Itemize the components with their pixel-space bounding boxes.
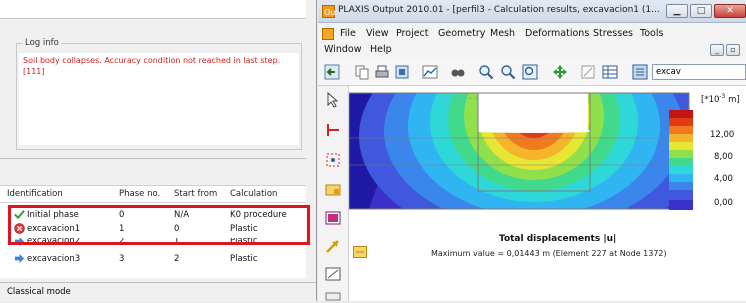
pan-icon[interactable] [552,64,568,80]
copy-icon[interactable] [354,64,370,80]
phase-calculation: Plastic [230,254,258,264]
maximize-button[interactable]: □ [690,4,712,18]
zoom-window-icon[interactable] [522,64,538,80]
menu-view[interactable]: View [366,28,389,39]
select-points-icon[interactable] [325,152,341,168]
arrow-annotation-icon[interactable] [325,238,341,254]
log-info-message[interactable]: Soil body collapses. Accuracy condition … [19,53,299,145]
menu-stresses[interactable]: Stresses [593,28,633,39]
table-icon[interactable] [602,64,618,80]
col-phase-no[interactable]: Phase no. [119,189,160,199]
table-row[interactable]: excavacion3 3 2 Plastic [0,252,306,266]
top-area [0,0,306,19]
log-message-code: [111] [23,67,45,76]
mode-label: Classical mode [7,287,71,297]
status-bar: Classical mode [0,282,316,302]
hint-box-icon[interactable] [353,246,367,258]
svg-text:Ou: Ou [324,8,335,17]
line-tool-icon[interactable] [325,266,341,282]
hint-box-icon[interactable] [325,210,341,226]
chart-icon[interactable] [422,64,438,80]
col-start-from[interactable]: Start from [174,189,217,199]
document-icon [322,28,334,40]
title-bar: Ou PLAXIS Output 2010.01 - [perfil3 - Ca… [318,0,746,23]
curve-icon[interactable] [325,182,341,198]
menu-geometry[interactable]: Geometry [438,28,485,39]
plot-canvas[interactable]: [*10-3 m] 12,00 8,00 4,00 0,00 Total dis… [348,86,746,301]
app-icon: Ou [322,5,335,18]
window-title: PLAXIS Output 2010.01 - [perfil3 - Calcu… [338,5,660,15]
view-icon[interactable] [450,64,466,80]
legend-unit: [*10-3 m] [701,93,740,105]
menu-tools[interactable]: Tools [640,28,663,39]
legend-value: 0,00 [714,198,733,208]
mdi-minimize-button[interactable]: _ [710,44,724,56]
menu-file[interactable]: File [340,28,356,39]
arrow-right-icon [14,253,25,264]
divider [0,158,306,159]
max-value-text: Maximum value = 0,01443 m (Element 227 a… [431,249,667,258]
menu-window[interactable]: Window [324,44,361,55]
pointer-icon[interactable] [325,92,341,108]
menu-deformations[interactable]: Deformations [525,28,589,39]
phase-identification: excavacion3 [27,254,81,264]
legend-value: 12,00 [710,130,735,140]
col-calculation[interactable]: Calculation [230,189,277,199]
color-legend-bar [669,110,693,210]
legend-unit-prefix: [*10 [701,94,720,105]
calculation-panel: Log info Soil body collapses. Accuracy c… [0,0,317,302]
legend-value: 8,00 [714,152,733,162]
toolbar: excav [318,59,746,86]
menu-bar: File View Project Geometry Mesh Deformat… [318,23,746,57]
legend-value: 4,00 [714,174,733,184]
phases-table-header: Identification Phase no. Start from Calc… [0,186,306,203]
export-icon[interactable] [394,64,410,80]
log-info-group: Log info Soil body collapses. Accuracy c… [16,38,302,150]
log-info-title: Log info [23,38,61,48]
close-button[interactable]: ✕ [714,4,746,18]
plaxis-output-window: Ou PLAXIS Output 2010.01 - [perfil3 - Ca… [318,0,746,301]
log-message-line: Soil body collapses. Accuracy condition … [23,56,281,65]
print-icon[interactable] [374,64,390,80]
side-toolbar [318,86,349,301]
step-combobox-value: excav [656,67,681,77]
col-identification[interactable]: Identification [7,189,63,199]
cross-section-icon[interactable] [325,122,341,138]
mdi-restore-button[interactable]: ▫ [726,44,740,56]
step-combobox[interactable]: excav [652,64,746,80]
menu-help[interactable]: Help [370,44,392,55]
legend-icon[interactable] [632,64,648,80]
select-region-icon[interactable] [580,64,596,80]
phase-number: 3 [119,254,125,264]
menu-project[interactable]: Project [396,28,429,39]
minimize-button[interactable]: ▁ [666,4,688,18]
zoom-in-icon[interactable] [478,64,494,80]
highlight-annotation [8,205,310,245]
zoom-out-icon[interactable] [500,64,516,80]
result-title: Total displacements |u| [499,234,617,244]
back-icon[interactable] [324,64,340,80]
menu-mesh[interactable]: Mesh [490,28,515,39]
legend-unit-suffix: m] [725,94,740,105]
phase-start-from: 2 [174,254,180,264]
measure-icon[interactable] [325,292,341,301]
